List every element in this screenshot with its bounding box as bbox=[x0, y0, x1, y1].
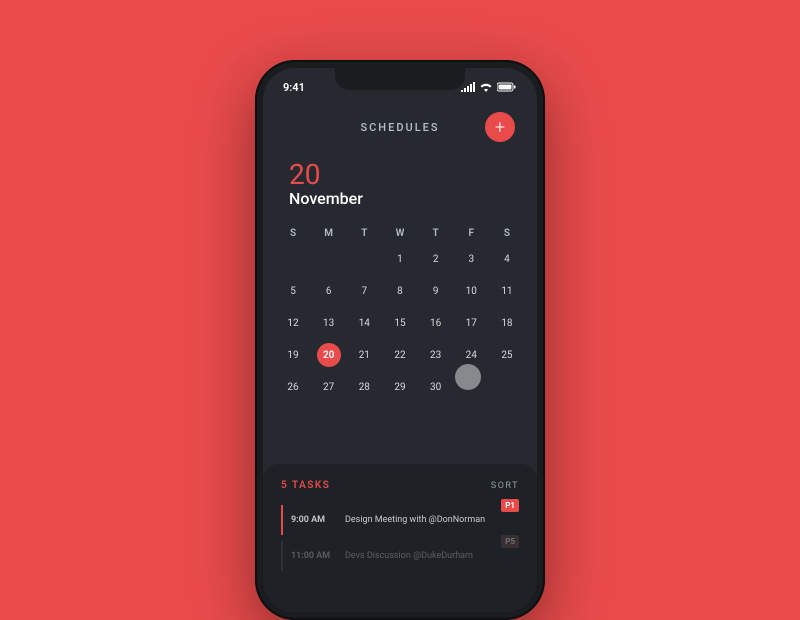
task-description: Devs Discussion @DukeDurham bbox=[345, 551, 519, 561]
sort-button[interactable]: SORT bbox=[491, 481, 519, 491]
priority-badge: P5 bbox=[501, 535, 519, 548]
tasks-count-label: 5 TASKS bbox=[281, 480, 330, 491]
calendar-row: 26 27 28 29 30 bbox=[281, 375, 519, 399]
task-item[interactable]: 11:00 AM Devs Discussion @DukeDurham P5 bbox=[281, 541, 519, 571]
date-display: 20 November bbox=[263, 148, 537, 216]
status-indicators bbox=[461, 82, 517, 92]
battery-icon bbox=[497, 82, 517, 92]
calendar-day[interactable]: 2 bbox=[424, 247, 448, 271]
calendar-day[interactable]: 27 bbox=[317, 375, 341, 399]
calendar-day[interactable]: 9 bbox=[424, 279, 448, 303]
calendar-day[interactable]: 13 bbox=[317, 311, 341, 335]
calendar-day[interactable]: 4 bbox=[495, 247, 519, 271]
calendar-day[interactable]: 7 bbox=[352, 279, 376, 303]
calendar-day[interactable]: 1 bbox=[388, 247, 412, 271]
weekday-label: S bbox=[281, 228, 305, 239]
calendar-day[interactable] bbox=[352, 247, 376, 271]
calendar-day[interactable]: 30 bbox=[424, 375, 448, 399]
calendar-day[interactable] bbox=[459, 375, 483, 399]
notch bbox=[335, 68, 465, 90]
calendar-row: 12 13 14 15 16 17 18 bbox=[281, 311, 519, 335]
calendar-day[interactable]: 14 bbox=[352, 311, 376, 335]
calendar-day[interactable]: 23 bbox=[424, 343, 448, 367]
phone-frame: 9:41 SCHEDULES + 20 November bbox=[255, 60, 545, 620]
calendar-day[interactable]: 12 bbox=[281, 311, 305, 335]
weekday-row: S M T W T F S bbox=[281, 228, 519, 239]
date-month: November bbox=[289, 189, 511, 208]
calendar-day[interactable] bbox=[495, 375, 519, 399]
calendar-grid: S M T W T F S 1 2 3 4 5 6 7 8 bbox=[263, 216, 537, 425]
plus-icon: + bbox=[495, 117, 505, 138]
calendar-day[interactable]: 16 bbox=[424, 311, 448, 335]
priority-badge: P1 bbox=[501, 499, 519, 512]
date-day: 20 bbox=[289, 158, 511, 191]
calendar-day[interactable]: 19 bbox=[281, 343, 305, 367]
task-time: 11:00 AM bbox=[291, 551, 335, 561]
tasks-header: 5 TASKS SORT bbox=[281, 480, 519, 491]
calendar-day[interactable]: 21 bbox=[352, 343, 376, 367]
weekday-label: M bbox=[317, 228, 341, 239]
status-time: 9:41 bbox=[283, 81, 305, 94]
task-description: Design Meeting with @DonNorman bbox=[345, 515, 519, 525]
weekday-label: W bbox=[388, 228, 412, 239]
task-item[interactable]: 9:00 AM Design Meeting with @DonNorman P… bbox=[281, 505, 519, 535]
calendar-day[interactable]: 10 bbox=[459, 279, 483, 303]
wifi-icon bbox=[479, 82, 493, 92]
calendar-day[interactable]: 18 bbox=[495, 311, 519, 335]
calendar-day[interactable]: 29 bbox=[388, 375, 412, 399]
calendar-row: 19 20 21 22 23 24 25 bbox=[281, 343, 519, 367]
calendar-day[interactable]: 26 bbox=[281, 375, 305, 399]
page-title: SCHEDULES bbox=[315, 121, 485, 134]
calendar-day[interactable]: 22 bbox=[388, 343, 412, 367]
signal-icon bbox=[461, 82, 475, 92]
calendar-day[interactable]: 8 bbox=[388, 279, 412, 303]
calendar-day[interactable]: 25 bbox=[495, 343, 519, 367]
app-header: SCHEDULES + bbox=[263, 98, 537, 148]
calendar-day-selected[interactable]: 20 bbox=[317, 343, 341, 367]
calendar-day[interactable] bbox=[281, 247, 305, 271]
calendar-day[interactable]: 3 bbox=[459, 247, 483, 271]
calendar-day[interactable] bbox=[317, 247, 341, 271]
calendar-row: 5 6 7 8 9 10 11 bbox=[281, 279, 519, 303]
add-button[interactable]: + bbox=[485, 112, 515, 142]
calendar-day[interactable]: 15 bbox=[388, 311, 412, 335]
weekday-label: F bbox=[459, 228, 483, 239]
calendar-row: 1 2 3 4 bbox=[281, 247, 519, 271]
calendar-day[interactable]: 24 bbox=[459, 343, 483, 367]
weekday-label: S bbox=[495, 228, 519, 239]
weekday-label: T bbox=[424, 228, 448, 239]
calendar-day[interactable]: 17 bbox=[459, 311, 483, 335]
task-time: 9:00 AM bbox=[291, 515, 335, 525]
weekday-label: T bbox=[352, 228, 376, 239]
calendar-day[interactable]: 5 bbox=[281, 279, 305, 303]
calendar-day[interactable]: 6 bbox=[317, 279, 341, 303]
calendar-day[interactable]: 28 bbox=[352, 375, 376, 399]
tasks-panel: 5 TASKS SORT 9:00 AM Design Meeting with… bbox=[263, 464, 537, 612]
screen: 9:41 SCHEDULES + 20 November bbox=[263, 68, 537, 612]
calendar-day[interactable]: 11 bbox=[495, 279, 519, 303]
